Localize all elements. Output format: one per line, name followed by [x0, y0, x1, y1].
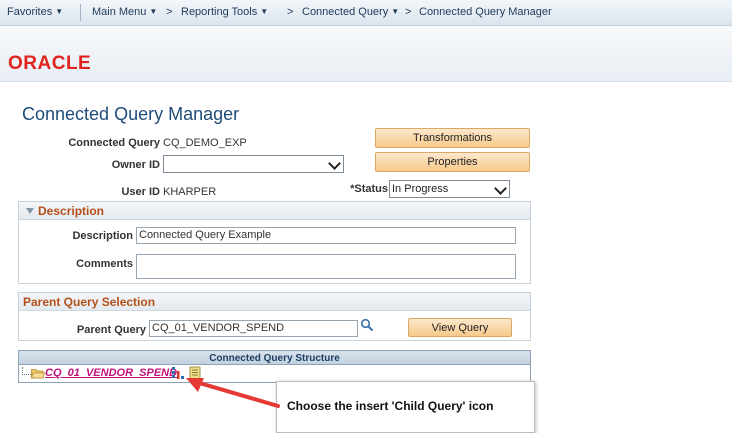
parent-query-input[interactable]: CQ_01_VENDOR_SPEND — [149, 320, 358, 337]
nav-connected-query-label: Connected Query — [302, 6, 389, 18]
description-label: Description — [72, 230, 133, 242]
breadcrumb-separator: > — [405, 6, 412, 18]
collapse-triangle-icon — [26, 208, 34, 214]
description-section-title: Description — [38, 204, 105, 218]
folder-open-icon — [30, 368, 46, 379]
chevron-down-icon: ▼ — [55, 7, 64, 16]
transformations-button[interactable]: Transformations — [375, 128, 530, 148]
search-icon[interactable] — [360, 318, 374, 332]
description-section-header[interactable]: Description — [19, 202, 530, 220]
connected-query-label: Connected Query — [68, 137, 160, 149]
nav-main-menu-label: Main Menu — [92, 6, 147, 18]
user-id-value: KHARPER — [163, 186, 217, 198]
connected-query-value: CQ_DEMO_EXP — [163, 137, 247, 149]
status-label: *Status — [350, 183, 388, 195]
breadcrumb-separator: > — [287, 6, 294, 18]
nav-connected-query[interactable]: Connected Query ▼ — [302, 6, 399, 18]
page-title: Connected Query Manager — [22, 104, 240, 124]
status-value: In Progress — [392, 183, 449, 195]
status-select[interactable]: In Progress — [389, 180, 510, 198]
chevron-down-icon: ▼ — [149, 7, 158, 16]
oracle-logo: ORACLE — [8, 53, 92, 74]
nav-favorites[interactable]: Favorites ▼ — [7, 6, 63, 18]
chevron-down-icon — [328, 157, 341, 170]
comments-textarea[interactable] — [136, 254, 516, 279]
breadcrumb-separator: > — [166, 6, 173, 18]
tree-root-item[interactable]: CQ_01_VENDOR_SPEND — [45, 367, 177, 379]
callout-text: Choose the insert 'Child Query' icon — [287, 399, 494, 413]
nav-reporting-tools[interactable]: Reporting Tools ▼ — [181, 6, 268, 18]
chevron-down-icon — [494, 182, 507, 195]
nav-divider — [80, 4, 81, 21]
structure-grid-header: Connected Query Structure — [18, 350, 531, 365]
user-id-label: User ID — [121, 186, 160, 198]
nav-favorites-label: Favorites — [7, 6, 53, 18]
view-query-button[interactable]: View Query — [408, 318, 512, 337]
comments-label: Comments — [76, 258, 133, 270]
owner-id-select[interactable] — [163, 155, 344, 173]
chevron-down-icon: ▼ — [260, 7, 269, 16]
parent-query-label: Parent Query — [76, 324, 146, 336]
brand-bar — [0, 26, 732, 82]
callout-box: Choose the insert 'Child Query' icon — [276, 381, 535, 433]
owner-id-label: Owner ID — [111, 159, 160, 171]
description-input[interactable]: Connected Query Example — [136, 227, 516, 244]
annotation-arrow-icon — [186, 378, 280, 408]
parent-query-section-header: Parent Query Selection — [19, 293, 530, 311]
properties-button[interactable]: Properties — [375, 152, 530, 172]
chevron-down-icon: ▼ — [391, 7, 400, 16]
nav-main-menu[interactable]: Main Menu ▼ — [92, 6, 157, 18]
nav-reporting-tools-label: Reporting Tools — [181, 6, 258, 18]
tree-connector — [22, 367, 31, 375]
nav-connected-query-manager[interactable]: Connected Query Manager — [419, 6, 552, 18]
